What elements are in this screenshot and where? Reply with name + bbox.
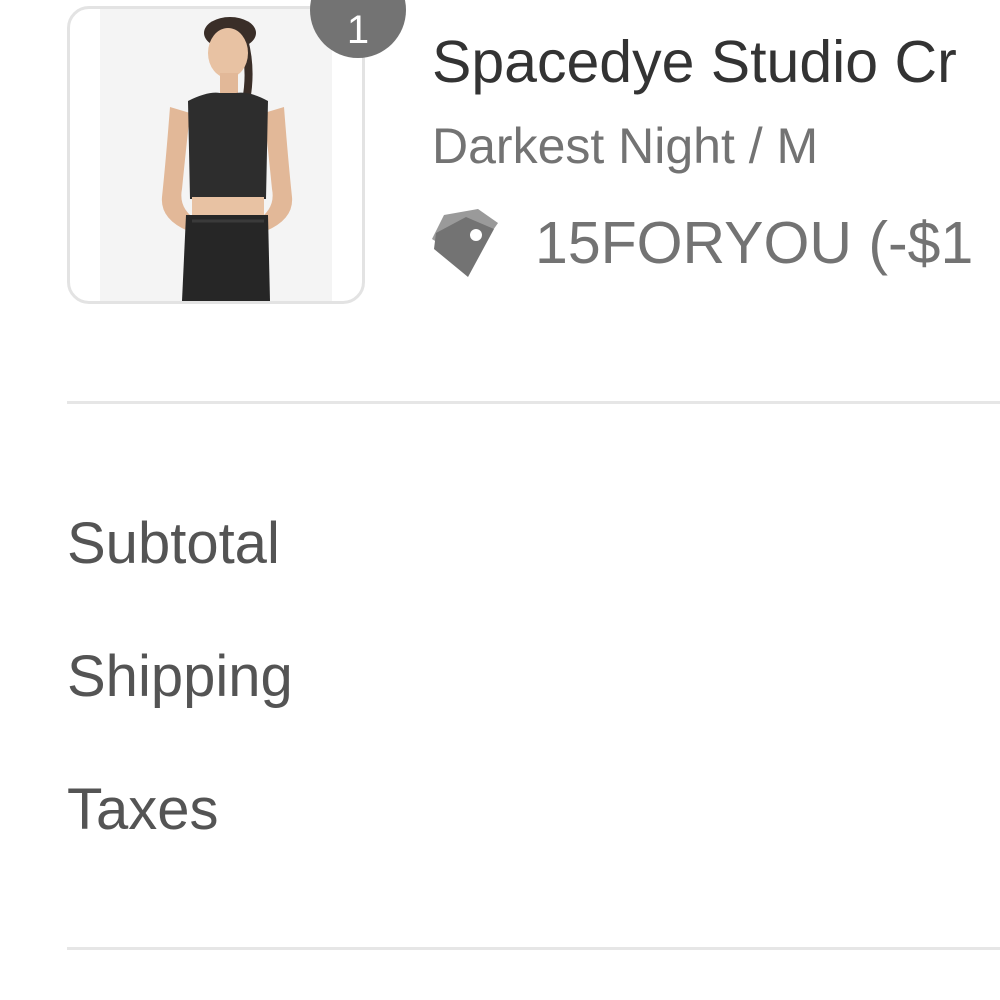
quantity-value: 1	[346, 8, 370, 52]
divider	[67, 401, 1000, 404]
shipping-label: Shipping	[67, 644, 293, 709]
product-thumbnail	[67, 6, 365, 304]
tag-icon	[432, 209, 498, 277]
product-photo	[100, 9, 332, 301]
order-summary: 1 Spacedye Studio Cr Darkest Night / M 1…	[0, 0, 1000, 1000]
product-title: Spacedye Studio Cr	[432, 29, 957, 95]
taxes-label: Taxes	[67, 777, 219, 842]
divider	[67, 947, 1000, 950]
product-variant: Darkest Night / M	[432, 118, 819, 174]
discount-code: 15FORYOU (-$1	[535, 210, 974, 276]
subtotal-label: Subtotal	[67, 511, 280, 576]
